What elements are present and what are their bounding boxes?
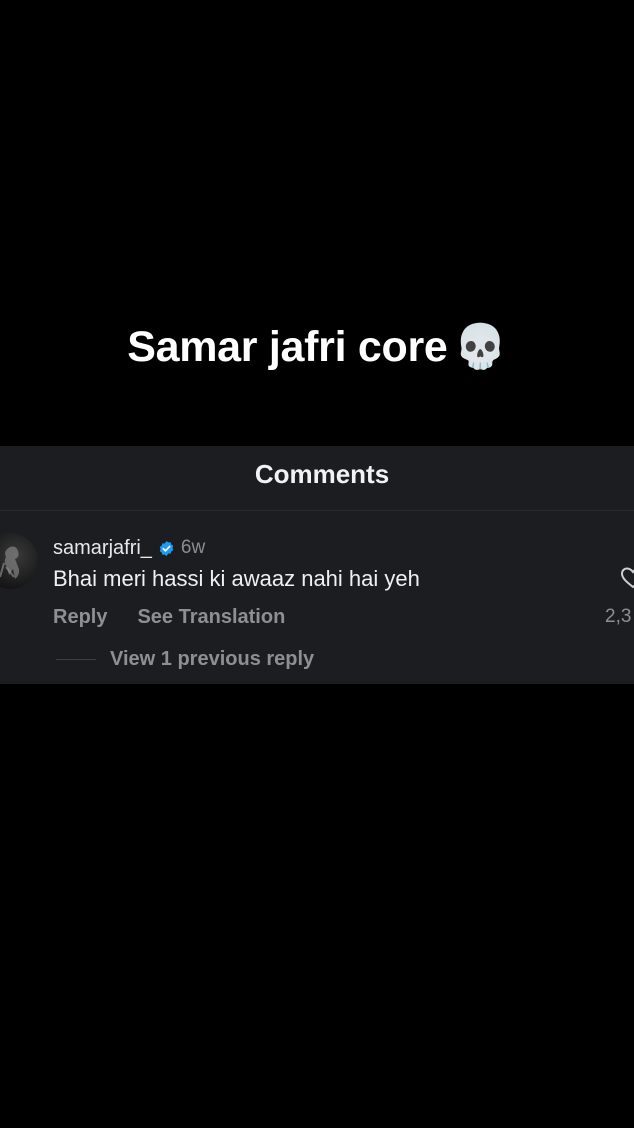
video-caption: Samar jafri core 💀 [0, 322, 634, 372]
video-frame: Samar jafri core 💀 Comments samarjafri_ 6… [0, 0, 634, 1128]
see-translation-button[interactable]: See Translation [137, 606, 285, 629]
view-previous-reply-button[interactable]: View 1 previous reply [110, 648, 314, 671]
heart-outline-icon[interactable] [620, 566, 634, 590]
comment-username[interactable]: samarjafri_ [53, 537, 152, 560]
verified-badge-icon [158, 540, 175, 557]
comments-title: Comments [254, 459, 390, 489]
comment-body: Bhai meri hassi ki awaaz nahi hai yeh [53, 566, 420, 591]
comment-actions: Reply See Translation [53, 604, 285, 630]
caption-text: Samar jafri core [127, 323, 448, 371]
comment-timestamp: 6w [180, 537, 206, 558]
replies-divider [56, 658, 96, 660]
comments-header: Comments [0, 446, 634, 511]
avatar[interactable] [0, 533, 38, 589]
avatar-figure-icon [0, 546, 20, 579]
reply-button[interactable]: Reply [53, 606, 107, 629]
comment-header: samarjafri_ 6w [53, 536, 205, 560]
view-replies-row[interactable]: View 1 previous reply [56, 646, 314, 672]
skull-emoji-icon: 💀 [453, 322, 508, 372]
like-count: 2,3 [605, 606, 632, 627]
